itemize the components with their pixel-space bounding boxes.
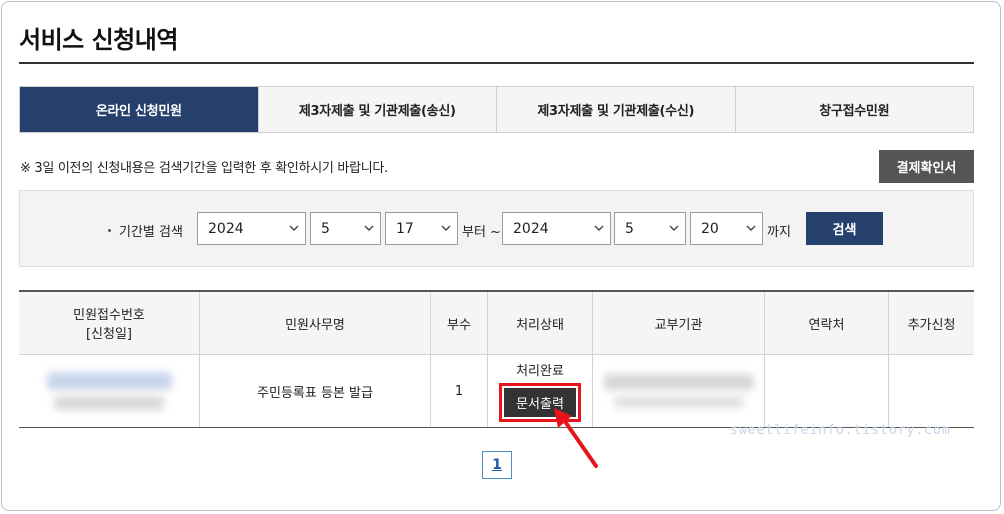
redacted-receipt-date: [54, 396, 164, 410]
search-panel: 기간별 검색 2024 5 17 부터 ~ 2024 5 20 까지 검색: [19, 190, 974, 267]
redacted-receipt-no: [46, 372, 172, 390]
header-receipt-no: 민원접수번호 [신청일]: [19, 292, 200, 354]
header-status: 처리상태: [488, 292, 593, 354]
table-row: 주민등록표 등본 발급 1 처리완료 문서출력: [19, 355, 974, 427]
red-arrow-icon: [554, 408, 598, 468]
receipt-no-cell: [19, 355, 200, 427]
to-day-value: 20: [701, 220, 719, 237]
header-agency: 교부기관: [593, 292, 765, 354]
redacted-agency: [603, 374, 754, 390]
copies-cell: 1: [431, 355, 488, 427]
agency-cell: [593, 355, 765, 427]
to-word: 까지: [767, 225, 791, 240]
header-receipt-no-text: 민원접수번호: [73, 308, 145, 323]
from-month-value: 5: [321, 220, 330, 237]
from-year-select[interactable]: 2024: [197, 212, 306, 245]
from-word: 부터 ~: [462, 225, 501, 240]
tab-third-party-received[interactable]: 제3자제출 및 기관제출(수신): [497, 87, 736, 132]
bullet-icon: [108, 229, 111, 232]
to-month-value: 5: [625, 220, 634, 237]
chevron-down-icon: [669, 225, 679, 231]
tab-online-applications[interactable]: 온라인 신청민원: [20, 87, 259, 132]
header-receipt-date-text: [신청일]: [85, 327, 133, 342]
chevron-down-icon: [441, 225, 451, 231]
service-cell: 주민등록표 등본 발급: [200, 355, 431, 427]
tab-counter-applications[interactable]: 창구접수민원: [735, 87, 973, 132]
tab-bar: 온라인 신청민원 제3자제출 및 기관제출(송신) 제3자제출 및 기관제출(수…: [19, 86, 974, 133]
header-copies: 부수: [431, 292, 488, 354]
status-badge: 처리완료: [516, 364, 564, 379]
redacted-agency-2: [613, 396, 744, 408]
applications-table: 민원접수번호 [신청일] 민원사무명 부수 처리상태 교부기관 연락처 추가신청…: [19, 290, 974, 428]
from-year-value: 2024: [208, 220, 244, 237]
to-day-select[interactable]: 20: [690, 212, 763, 245]
from-day-select[interactable]: 17: [385, 212, 458, 245]
page-number-current[interactable]: 1: [482, 451, 512, 479]
from-month-select[interactable]: 5: [310, 212, 381, 245]
header-contact: 연락처: [765, 292, 889, 354]
search-button[interactable]: 검색: [806, 212, 883, 245]
chevron-down-icon: [364, 225, 374, 231]
payment-receipt-button[interactable]: 결제확인서: [879, 150, 974, 183]
page-title: 서비스 신청내역: [19, 26, 178, 54]
period-search-text: 기간별 검색: [119, 225, 183, 240]
watermark: sweetlifeinfo.tistory.com: [730, 423, 951, 438]
header-extra: 추가신청: [907, 317, 956, 333]
to-year-select[interactable]: 2024: [502, 212, 611, 245]
chevron-down-icon: [594, 225, 604, 231]
table-header-row: 민원접수번호 [신청일] 민원사무명 부수 처리상태 교부기관 연락처 추가신청: [19, 292, 974, 355]
chevron-down-icon: [746, 225, 756, 231]
chevron-down-icon: [289, 225, 299, 231]
search-notice: ※ 3일 이전의 신청내용은 검색기간을 입력한 후 확인하시기 바랍니다.: [20, 161, 388, 176]
extra-cell: [889, 355, 974, 427]
header-service: 민원사무명: [200, 292, 431, 354]
to-month-select[interactable]: 5: [614, 212, 686, 245]
title-divider: [19, 62, 974, 64]
contact-cell: [765, 355, 889, 427]
page-frame: 서비스 신청내역 온라인 신청민원 제3자제출 및 기관제출(송신) 제3자제출…: [1, 1, 1001, 511]
to-year-value: 2024: [513, 220, 549, 237]
period-search-label: 기간별 검색: [108, 221, 183, 240]
from-day-value: 17: [396, 220, 414, 237]
tab-third-party-sent[interactable]: 제3자제출 및 기관제출(송신): [258, 87, 497, 132]
